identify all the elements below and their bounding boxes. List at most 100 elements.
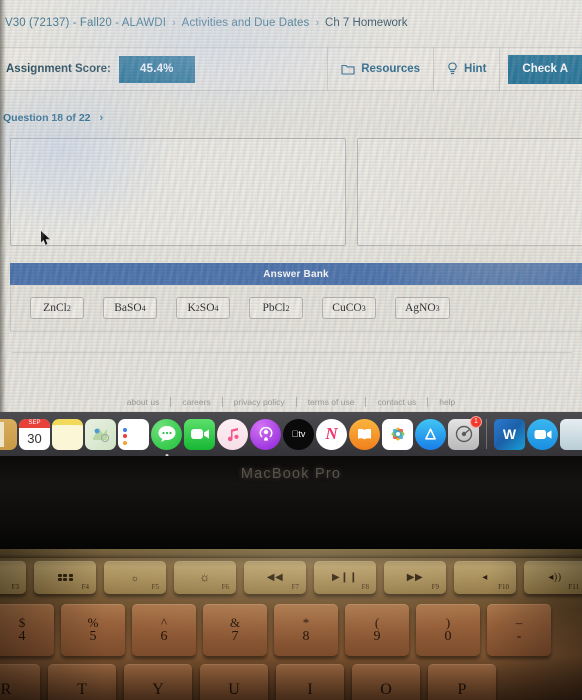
key-f7[interactable]: ◀◀ F7	[244, 561, 306, 594]
key-f10-label: F10	[498, 583, 509, 591]
key-minus-lower: -	[516, 629, 522, 644]
key-f3[interactable]: F3	[0, 561, 26, 594]
footer-link-terms-of-use[interactable]: terms of use	[297, 397, 366, 407]
breadcrumb-separator-icon: ›	[315, 17, 320, 29]
key-f11-label: F11	[568, 583, 579, 591]
reminders-icon[interactable]	[118, 418, 149, 450]
key-f5[interactable]: ☼ F5	[104, 561, 166, 594]
macbook-pro-brand-text: MacBook Pro	[240, 466, 342, 482]
dock-icon-partial[interactable]	[560, 418, 582, 450]
music-icon[interactable]	[217, 418, 248, 450]
keyboard-function-row: F3 F4 ☼ F5 ☼ F6 ◀◀ F7 ▶❙❙ F8 ▶▶ F9 ◂ F10…	[0, 561, 582, 594]
news-icon[interactable]: N	[316, 418, 347, 450]
key-7[interactable]: & 7	[203, 604, 267, 656]
key-r[interactable]: R	[0, 664, 40, 700]
key-f10[interactable]: ◂ F10	[454, 561, 516, 594]
key-f11[interactable]: ◂)) F11	[524, 561, 582, 594]
key-f8[interactable]: ▶❙❙ F8	[314, 561, 376, 594]
podcasts-icon[interactable]	[250, 418, 281, 450]
footer-link-privacy-policy[interactable]: privacy policy	[223, 397, 296, 407]
key-8-upper: *	[302, 615, 310, 630]
key-7-lower: 7	[231, 629, 239, 644]
key-6-lower: 6	[160, 629, 168, 644]
chevron-right-icon[interactable]: ›	[100, 112, 104, 124]
footer-link-careers[interactable]: careers	[171, 397, 221, 407]
key-o[interactable]: O	[352, 664, 420, 700]
launchpad-icon	[57, 573, 73, 582]
key-p[interactable]: P	[428, 664, 496, 700]
breadcrumb-activities[interactable]: Activities and Due Dates	[182, 17, 310, 29]
breadcrumb: V30 (72137) - Fall20 - ALAWDI › Activiti…	[5, 12, 407, 34]
laptop-screen: V30 (72137) - Fall20 - ALAWDI › Activiti…	[0, 0, 582, 412]
key-7-upper: &	[229, 615, 241, 630]
notification-badge: 1	[470, 415, 482, 428]
photos-icon[interactable]	[382, 418, 413, 450]
key-8[interactable]: * 8	[274, 604, 338, 656]
key-4-lower: 4	[18, 629, 26, 644]
key-f6[interactable]: ☼ F6	[174, 561, 236, 594]
key-f7-label: F7	[291, 583, 299, 591]
content-divider	[12, 352, 572, 353]
question-counter: Question 18 of 22	[3, 112, 91, 124]
mouse-cursor-icon	[40, 230, 52, 251]
word-icon[interactable]: W	[494, 418, 525, 450]
breadcrumb-course[interactable]: V30 (72137) - Fall20 - ALAWDI	[5, 17, 166, 29]
keyboard-number-row: $ 4 % 5 ^ 6 & 7 * 8 ( 9) 0 – -	[0, 604, 582, 656]
footer-link-contact-us[interactable]: contact us	[366, 397, 427, 407]
footer-link-help[interactable]: help	[428, 397, 466, 407]
drop-zone-right[interactable]	[357, 138, 582, 246]
key-9[interactable]: ( 9	[345, 604, 409, 656]
system-preferences-icon[interactable]: 1	[448, 415, 482, 450]
resources-button[interactable]: Resources	[328, 47, 433, 91]
screen-left-edge	[0, 0, 6, 412]
appstore-icon[interactable]	[415, 418, 446, 450]
footer-link-about-us[interactable]: about us	[116, 397, 171, 407]
drop-zone-left[interactable]	[10, 138, 346, 246]
answer-chip-pbcl2[interactable]: PbCl 2	[249, 297, 303, 319]
key-u[interactable]: U	[200, 664, 268, 700]
maps-icon[interactable]	[85, 418, 116, 450]
books-icon[interactable]	[349, 418, 380, 450]
key-6[interactable]: ^ 6	[132, 604, 196, 656]
laptop-keyboard: F3 F4 ☼ F5 ☼ F6 ◀◀ F7 ▶❙❙ F8 ▶▶ F9 ◂ F10…	[0, 549, 582, 700]
finder-icon[interactable]	[0, 418, 17, 450]
assignment-score-label: Assignment Score:	[6, 63, 111, 75]
key-9-lower: 9	[373, 629, 381, 644]
key-minus[interactable]: – -	[487, 604, 551, 656]
answer-chip-agno3[interactable]: AgNO 3	[395, 297, 450, 319]
answer-chip-zncl2[interactable]: ZnCl 2	[30, 297, 84, 319]
zoom-icon[interactable]	[527, 418, 558, 450]
key-5[interactable]: % 5	[61, 604, 125, 656]
answer-chip-k2so4[interactable]: K 2 SO 4	[176, 297, 230, 319]
key-f9[interactable]: ▶▶ F9	[384, 561, 446, 594]
mute-icon: ◂	[482, 572, 488, 583]
key-9-upper: (	[374, 615, 380, 630]
answer-chip-cuco3[interactable]: CuCO 3	[322, 297, 376, 319]
key-6-upper: ^	[160, 615, 168, 630]
calendar-icon[interactable]: SEP 30	[19, 418, 50, 450]
key-t[interactable]: T	[48, 664, 116, 700]
messages-icon[interactable]	[151, 418, 182, 456]
keyboard-hinge-lip	[0, 549, 582, 558]
key-y[interactable]: Y	[124, 664, 192, 700]
fast-forward-icon: ▶▶	[406, 572, 424, 583]
question-drop-panels	[0, 134, 582, 249]
key-0[interactable]: ) 0	[416, 604, 480, 656]
check-answer-button[interactable]: Check A	[508, 54, 582, 84]
facetime-icon[interactable]	[184, 418, 215, 450]
hint-label: Hint	[464, 63, 487, 75]
key-i[interactable]: I	[276, 664, 344, 700]
key-f4[interactable]: F4	[34, 561, 96, 594]
rewind-icon: ◀◀	[266, 572, 284, 583]
notes-icon[interactable]	[52, 418, 83, 450]
key-4[interactable]: $ 4	[0, 604, 54, 656]
screenshot-root: V30 (72137) - Fall20 - ALAWDI › Activiti…	[0, 0, 582, 700]
answer-chip-baso4[interactable]: BaSO 4	[103, 297, 157, 319]
breadcrumb-current: Ch 7 Homework	[325, 17, 408, 29]
key-4-upper: $	[18, 615, 26, 630]
key-f3-label: F3	[11, 583, 19, 591]
hint-button[interactable]: Hint	[434, 47, 499, 91]
key-0-upper: )	[445, 615, 451, 630]
key-f6-label: F6	[221, 583, 229, 591]
appletv-icon[interactable]: tv	[283, 418, 314, 450]
